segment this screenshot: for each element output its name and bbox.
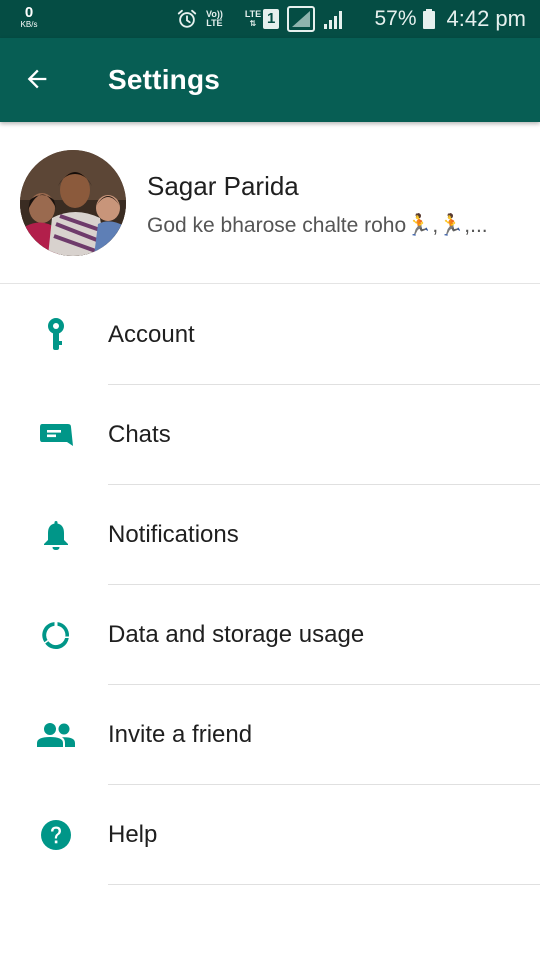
settings-item-invite[interactable]: Invite a friend — [0, 685, 540, 785]
profile-name: Sagar Parida — [147, 171, 299, 201]
settings-item-label: Account — [108, 321, 195, 348]
lte-label: LTE — [244, 9, 262, 19]
lte-icon: LTE ⇅ 1 — [244, 9, 280, 29]
sim-number: 1 — [263, 9, 280, 29]
settings-item-label: Notifications — [108, 521, 239, 548]
divider — [108, 884, 540, 885]
status-icons: Vo)) LTE LTE ⇅ 1 — [176, 6, 353, 32]
app-bar: Settings — [0, 38, 540, 122]
chat-icon — [36, 417, 76, 453]
data-usage-icon — [36, 617, 76, 653]
settings-item-data-storage[interactable]: Data and storage usage — [0, 585, 540, 685]
status-right: 57% 4:42 pm — [374, 6, 526, 32]
network-speed-value: 0 — [24, 4, 34, 21]
no-signal-icon — [287, 6, 316, 32]
alarm-icon — [176, 8, 198, 30]
status-time: 4:42 pm — [446, 6, 527, 31]
settings-list: Account Chats Notifications Data and sto… — [0, 285, 540, 885]
people-icon — [36, 717, 76, 753]
avatar-photo — [20, 150, 126, 256]
battery-percent: 57% — [374, 7, 417, 30]
settings-item-notifications[interactable]: Notifications — [0, 485, 540, 585]
settings-item-label: Help — [108, 821, 158, 848]
arrow-left-icon — [27, 69, 47, 89]
back-button[interactable] — [20, 62, 54, 96]
settings-item-help[interactable]: Help — [0, 785, 540, 885]
settings-item-label: Data and storage usage — [108, 621, 365, 648]
battery-icon — [422, 9, 435, 29]
signal-icon — [323, 8, 345, 30]
network-speed-unit: KB/s — [20, 20, 38, 29]
page-title: Settings — [108, 64, 221, 95]
avatar[interactable] — [20, 150, 126, 256]
profile-row[interactable]: Sagar Parida God ke bharose chalte roho🏃… — [0, 122, 540, 284]
settings-item-label: Invite a friend — [108, 721, 253, 748]
status-bar: 0 KB/s Vo)) LTE LTE ⇅ 1 57% 4:42 pm — [0, 0, 540, 38]
key-icon — [36, 317, 76, 353]
profile-status: God ke bharose chalte roho🏃,🏃,... — [147, 214, 488, 237]
settings-item-account[interactable]: Account — [0, 285, 540, 385]
network-speed: 0 KB/s — [16, 5, 42, 29]
bell-icon — [36, 517, 76, 553]
volte-icon: Vo)) LTE — [206, 10, 223, 28]
settings-item-chats[interactable]: Chats — [0, 385, 540, 485]
lte-arrows-icon: ⇅ — [249, 19, 257, 28]
help-icon — [36, 817, 76, 853]
volte-bottom-label: LTE — [206, 18, 223, 28]
settings-item-label: Chats — [108, 421, 171, 448]
